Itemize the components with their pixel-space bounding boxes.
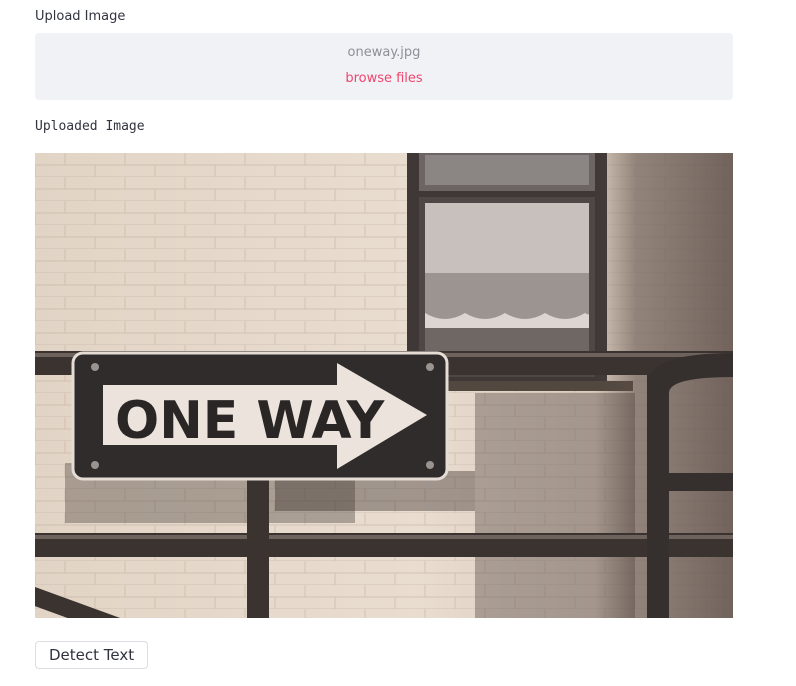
detect-text-button[interactable]: Detect Text [35, 641, 149, 669]
uploaded-file-name: oneway.jpg [347, 45, 421, 60]
app-page: Upload Image oneway.jpg browse files Upl… [0, 0, 796, 686]
upload-image-label: Upload Image [35, 9, 126, 24]
file-dropzone[interactable]: oneway.jpg browse files [35, 33, 733, 100]
uploaded-image-caption: Uploaded Image [35, 119, 145, 134]
uploaded-image: ONE WAY [35, 153, 733, 618]
browse-files-link[interactable]: browse files [35, 71, 733, 86]
sign-text: ONE WAY [115, 391, 386, 451]
